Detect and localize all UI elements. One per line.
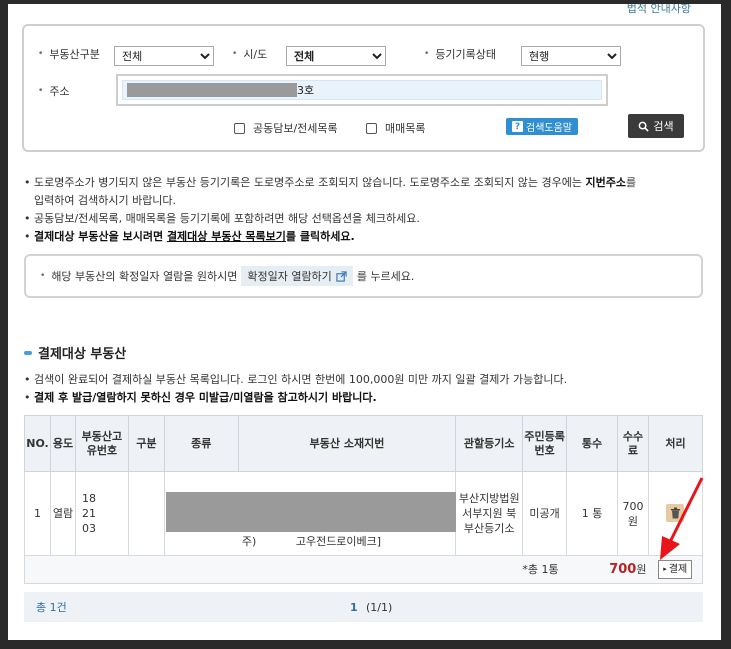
property-type-select[interactable]: 전체 <box>114 46 214 66</box>
col-action: 처리 <box>647 415 704 472</box>
address-field-wrap: 3호 <box>116 74 608 106</box>
search-panel: • 부동산구분 전체 • 시/도 전체 • 등기기록상태 현행 • 주소 3호 <box>22 24 705 152</box>
total-items: 총 1건 <box>36 601 67 614</box>
search-button[interactable]: 검색 <box>628 114 684 138</box>
mortgage-checkbox[interactable] <box>234 122 245 134</box>
col-kind: 종류 <box>163 415 239 472</box>
section-title: 결제대상 부동산 <box>24 343 126 362</box>
row-category <box>127 471 165 556</box>
redacted-address-block <box>165 491 456 532</box>
col-no: NO. <box>24 415 51 472</box>
status-select[interactable]: 현행 <box>521 46 621 66</box>
note-payment-list: 결제대상 부동산을 보시려면 결제대상 부동산 목록보기를 클릭하세요. <box>22 228 712 246</box>
sale-label: 매매목록 <box>385 122 426 135</box>
property-type-label: 부동산구분 <box>49 48 100 61</box>
section-note-1: 검색이 완료되어 결제하실 부동산 목록입니다. 로그인 하시면 한번에 100… <box>22 371 712 389</box>
row-office: 부산지방법원 서부지원 북부산등기소 <box>455 471 524 556</box>
mortgage-option[interactable]: 공동담보/전세목록 <box>234 120 338 136</box>
mortgage-label: 공동담보/전세목록 <box>253 122 338 135</box>
confirm-text: 해당 부동산의 확정일자 열람을 원하시면 <box>51 270 238 283</box>
search-notes: 도로명주소가 병기되지 않은 부동산 등기기록은 도로명주소로 조회되지 않습니… <box>22 174 712 246</box>
region-label: 시/도 <box>243 48 268 61</box>
col-category: 구분 <box>127 415 165 472</box>
table-row: 1 열람 18 21 03 주) 고우전드로이베크] 부산지방법원 서부지원 북부산… <box>24 471 704 556</box>
search-help-button[interactable]: ? 검색도움말 <box>506 118 578 135</box>
row-resident: 미공개 <box>522 471 568 556</box>
status-row: • 등기기록상태 <box>424 48 497 61</box>
address-input[interactable]: 3호 <box>122 80 602 100</box>
pager: 총 1건 1 (1/1) <box>24 592 703 622</box>
region-select[interactable]: 전체 <box>286 46 386 66</box>
row-copies: 1 통 <box>566 471 618 556</box>
payment-table: NO. 용도 부동산고유번호 구분 종류 부동산 소재지번 관할등기소 주민등록… <box>23 415 704 584</box>
property-type-row: • 부동산구분 <box>38 48 100 61</box>
total-amount: 700원 <box>566 555 649 584</box>
col-office: 관할등기소 <box>455 415 524 472</box>
col-resident: 주민등록번호 <box>522 415 568 472</box>
row-usage: 열람 <box>49 471 76 556</box>
total-count: *총 1통 <box>23 555 567 584</box>
row-no: 1 <box>24 471 51 556</box>
question-icon: ? <box>512 121 523 132</box>
address-row: • 주소 <box>38 85 70 98</box>
page-count: (1/1) <box>366 600 393 614</box>
region-row: • 시/도 <box>232 48 268 61</box>
payment-list-link[interactable]: 결제대상 부동산 목록보기 <box>167 230 286 243</box>
col-id: 부동산고유번호 <box>74 415 129 472</box>
row-kind-address: 주) 고우전드로이베크] <box>163 471 457 556</box>
redacted-address <box>127 83 297 97</box>
confirm-date-box: • 해당 부동산의 확정일자 열람을 원하시면 확정일자 열람하기 를 누르세요… <box>24 254 703 298</box>
section-bar-icon <box>24 350 32 355</box>
current-page[interactable]: 1 <box>350 601 358 614</box>
note-options: 공동담보/전세목록, 매매목록을 등기기록에 포함하려면 해당 선택옵션을 체크… <box>22 210 712 228</box>
section-notes: 검색이 완료되어 결제하실 부동산 목록입니다. 로그인 하시면 한번에 100… <box>22 371 712 407</box>
page: 법적 안내사항 • 부동산구분 전체 • 시/도 전체 • 등기기록상태 현행 … <box>8 4 721 640</box>
sale-checkbox[interactable] <box>366 122 377 134</box>
totals-row: *총 1통 700원 ▸ 결제 <box>23 555 704 584</box>
section-note-2: 결제 후 발급/열람하지 못하신 경우 미발급/미열람을 참고하시기 바랍니다. <box>22 389 712 407</box>
address-label: 주소 <box>49 85 70 98</box>
sale-option[interactable]: 매매목록 <box>366 120 425 136</box>
col-fee: 수수료 <box>617 415 649 472</box>
col-address: 부동산 소재지번 <box>237 415 457 472</box>
table-header: NO. 용도 부동산고유번호 구분 종류 부동산 소재지번 관할등기소 주민등록… <box>24 415 704 472</box>
search-icon <box>639 121 650 132</box>
row-id: 18 21 03 <box>74 471 129 556</box>
note-road-address: 도로명주소가 병기되지 않은 부동산 등기기록은 도로명주소로 조회되지 않습니… <box>22 174 712 210</box>
col-usage: 용도 <box>49 415 76 472</box>
annotation-arrow-icon <box>660 477 704 560</box>
col-copies: 통수 <box>566 415 618 472</box>
status-label: 등기기록상태 <box>435 48 497 61</box>
confirm-date-button[interactable]: 확정일자 열람하기 <box>241 266 353 286</box>
legal-notice-link[interactable]: 법적 안내사항 <box>627 4 691 16</box>
external-link-icon <box>336 270 347 282</box>
caret-right-icon: ▸ <box>663 565 667 573</box>
